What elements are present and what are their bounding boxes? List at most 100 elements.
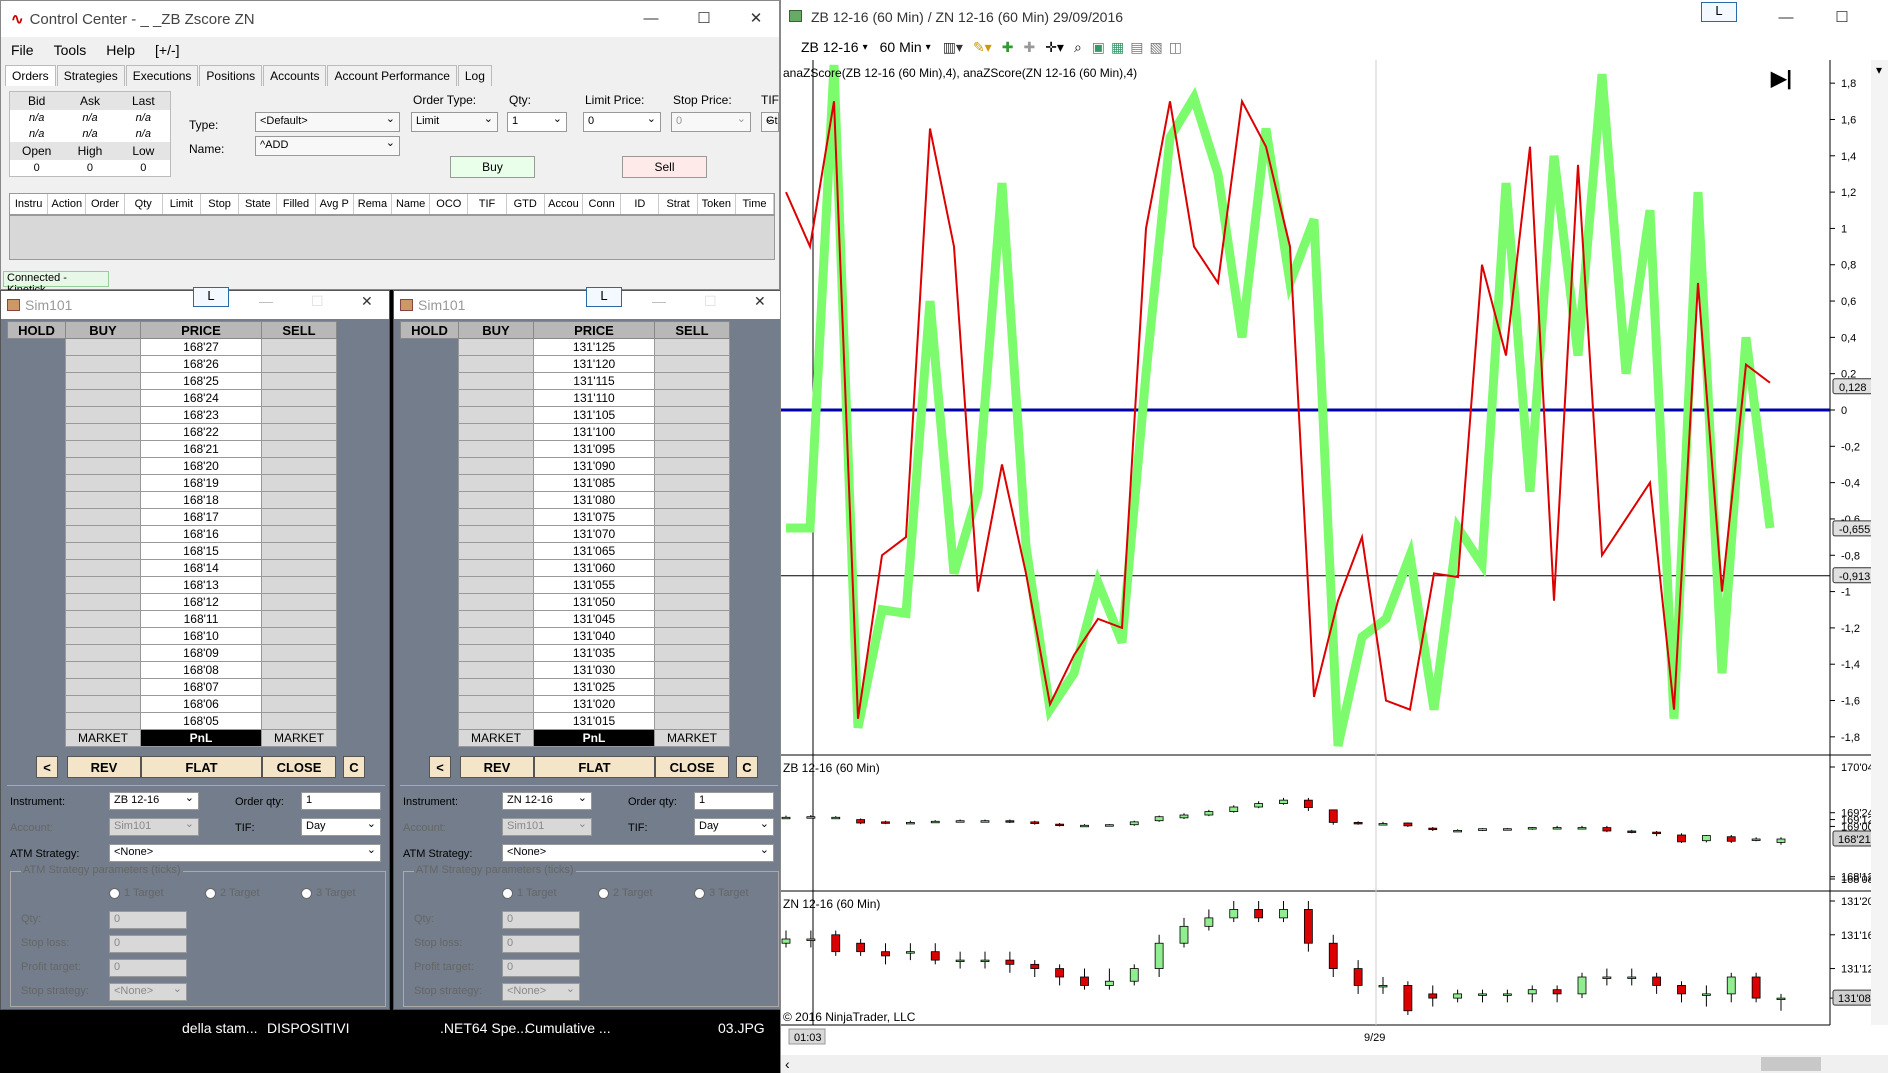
sell-cell[interactable]: [261, 389, 337, 407]
type-dropdown[interactable]: <Default>: [255, 112, 400, 132]
sell-cell[interactable]: [654, 355, 730, 373]
buy-cell[interactable]: [458, 712, 534, 730]
sell-cell[interactable]: [261, 406, 337, 424]
sell-cell[interactable]: [654, 338, 730, 356]
chart-canvas[interactable]: 1,81,61,41,210,80,60,40,20-0,2-0,4-0,6-0…: [781, 60, 1888, 1073]
sell-cell[interactable]: [261, 372, 337, 390]
sell-cell[interactable]: [654, 712, 730, 730]
target-radio[interactable]: [694, 888, 705, 899]
sell-cell[interactable]: [654, 627, 730, 645]
sell-cell[interactable]: [261, 491, 337, 509]
order-column-header[interactable]: GTD: [507, 194, 545, 214]
collapse-button[interactable]: <: [429, 756, 451, 778]
buy-cell[interactable]: [458, 576, 534, 594]
close-icon[interactable]: ✕: [361, 293, 373, 310]
bar-type-icon[interactable]: ▥▾: [943, 39, 963, 56]
buy-cell[interactable]: [458, 406, 534, 424]
sell-cell[interactable]: [654, 457, 730, 475]
order-column-header[interactable]: Strat: [659, 194, 698, 214]
taskbar-item[interactable]: Cumulative ...: [525, 1020, 611, 1036]
profit-target-stepper[interactable]: 0: [502, 959, 580, 977]
buy-cell[interactable]: [65, 610, 141, 628]
sell-cell[interactable]: [261, 678, 337, 696]
sell-cell[interactable]: [261, 457, 337, 475]
flatten-button[interactable]: FLAT: [534, 756, 655, 778]
close-icon[interactable]: ✕: [754, 293, 766, 310]
cancel-orders-button[interactable]: C: [343, 756, 365, 778]
zoom-icon[interactable]: ⌕: [1074, 39, 1082, 56]
strategy-icon[interactable]: ▣: [1092, 39, 1105, 56]
buy-cell[interactable]: [65, 576, 141, 594]
sell-cell[interactable]: [261, 593, 337, 611]
order-column-header[interactable]: Filled: [277, 194, 316, 214]
buy-market-button[interactable]: MARKET: [458, 729, 534, 747]
taskbar-item[interactable]: .NET64 Spe...: [440, 1020, 528, 1036]
sell-cell[interactable]: [654, 474, 730, 492]
order-column-header[interactable]: State: [239, 194, 278, 214]
sell-cell[interactable]: [654, 661, 730, 679]
tif-dropdown[interactable]: Gt: [761, 112, 779, 132]
buy-cell[interactable]: [458, 678, 534, 696]
name-dropdown[interactable]: ^ADD: [255, 136, 400, 156]
sell-cell[interactable]: [261, 661, 337, 679]
buy-cell[interactable]: [65, 593, 141, 611]
tab-accounts[interactable]: Accounts: [263, 65, 327, 86]
stop-price-stepper[interactable]: 0: [671, 112, 751, 132]
buy-cell[interactable]: [458, 355, 534, 373]
maximize-icon[interactable]: ☐: [704, 293, 717, 310]
menu-expand[interactable]: [+/-]: [145, 42, 190, 58]
order-column-header[interactable]: Limit: [163, 194, 202, 214]
buy-cell[interactable]: [65, 525, 141, 543]
instrument-selector[interactable]: ZB 12-16: [801, 39, 859, 55]
sell-cell[interactable]: [654, 644, 730, 662]
buy-cell[interactable]: [65, 406, 141, 424]
qty-stepper[interactable]: 0: [109, 911, 187, 929]
stop-strategy-selector[interactable]: <None>: [502, 982, 580, 1001]
buy-cell[interactable]: [65, 678, 141, 696]
sell-cell[interactable]: [654, 695, 730, 713]
drawing-tool-icon[interactable]: ✎▾: [973, 39, 992, 56]
buy-cell[interactable]: [458, 474, 534, 492]
tab-account-performance[interactable]: Account Performance: [327, 65, 457, 86]
sell-market-button[interactable]: MARKET: [654, 729, 730, 747]
sell-cell[interactable]: [654, 542, 730, 560]
sell-cell[interactable]: [261, 423, 337, 441]
scroll-left-icon[interactable]: ‹: [785, 1056, 790, 1072]
sell-cell[interactable]: [261, 627, 337, 645]
sell-cell[interactable]: [654, 423, 730, 441]
buy-cell[interactable]: [458, 440, 534, 458]
sell-cell[interactable]: [261, 695, 337, 713]
atm-strategy-selector[interactable]: <None>: [109, 843, 381, 862]
order-column-header[interactable]: OCO: [430, 194, 469, 214]
template-icon[interactable]: ◫: [1169, 39, 1182, 56]
orders-table-body[interactable]: [9, 215, 775, 260]
link-button[interactable]: L: [586, 287, 622, 307]
order-column-header[interactable]: Avg P: [316, 194, 354, 214]
buy-cell[interactable]: [65, 695, 141, 713]
buy-cell[interactable]: [65, 491, 141, 509]
chart-trader-icon[interactable]: ▦: [1111, 39, 1124, 56]
close-icon[interactable]: ✕: [731, 1, 781, 35]
sell-cell[interactable]: [261, 542, 337, 560]
horizontal-scrollbar[interactable]: [781, 1055, 1888, 1073]
minimize-icon[interactable]: —: [652, 293, 666, 309]
buy-cell[interactable]: [65, 338, 141, 356]
sell-cell[interactable]: [261, 525, 337, 543]
sell-market-button[interactable]: MARKET: [261, 729, 337, 747]
sell-cell[interactable]: [261, 559, 337, 577]
scrollbar-thumb[interactable]: [1761, 1057, 1821, 1071]
order-qty-stepper[interactable]: 1: [301, 792, 381, 810]
buy-cell[interactable]: [458, 389, 534, 407]
order-column-header[interactable]: Token: [698, 194, 736, 214]
sell-cell[interactable]: [654, 593, 730, 611]
tab-orders[interactable]: Orders: [5, 65, 56, 86]
buy-cell[interactable]: [65, 559, 141, 577]
order-column-header[interactable]: Accou: [545, 194, 584, 214]
sell-button[interactable]: Sell: [622, 156, 707, 178]
pnl-display[interactable]: PnL: [533, 729, 655, 747]
buy-cell[interactable]: [458, 457, 534, 475]
account-selector[interactable]: Sim101: [109, 817, 199, 836]
sell-cell[interactable]: [261, 338, 337, 356]
sell-cell[interactable]: [654, 576, 730, 594]
buy-cell[interactable]: [65, 474, 141, 492]
